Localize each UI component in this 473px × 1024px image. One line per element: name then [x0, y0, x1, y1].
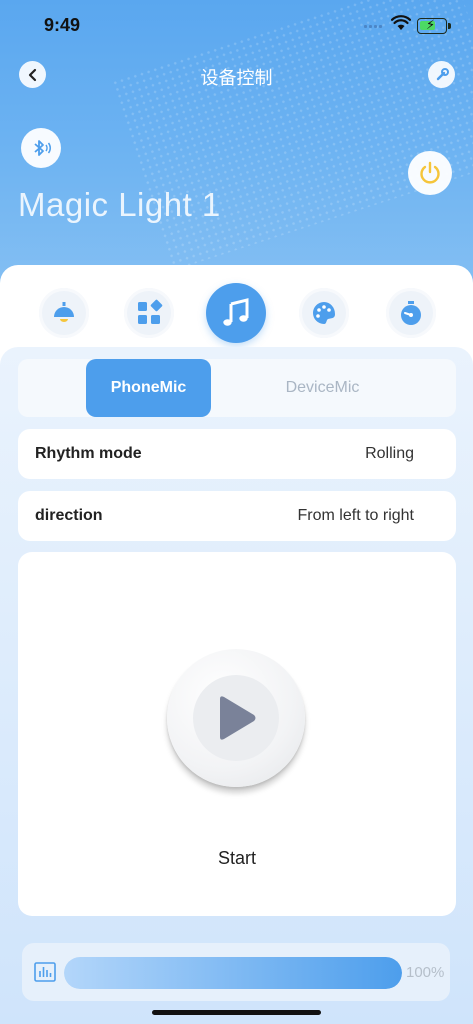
- start-label: Start: [217, 848, 256, 868]
- status-bar: 9:49 ⚡: [0, 0, 473, 50]
- bluetooth-icon: [34, 140, 51, 156]
- bluetooth-button[interactable]: [21, 128, 61, 168]
- status-time: 9:49: [44, 15, 81, 35]
- device-name: Magic Light 1: [18, 186, 221, 223]
- play-icon: [220, 696, 256, 740]
- home-indicator: [152, 1010, 321, 1015]
- mic-source-toggle: PhoneMic DeviceMic: [18, 359, 456, 417]
- palette-icon: [313, 302, 335, 324]
- equalizer-icon: [34, 962, 56, 982]
- tab-lamp[interactable]: [39, 288, 89, 338]
- rhythm-mode-row[interactable]: Rhythm mode Rolling: [18, 429, 456, 479]
- brightness-slider[interactable]: [64, 957, 402, 989]
- direction-value: From left to right: [297, 507, 414, 524]
- tab-scenes[interactable]: [124, 288, 174, 338]
- direction-label: direction: [35, 507, 103, 524]
- cellular-signal-icon: [364, 25, 382, 28]
- wifi-icon: [391, 15, 411, 30]
- mode-tabs: [0, 283, 473, 343]
- brightness-slider-fill: [64, 957, 402, 989]
- direction-row[interactable]: direction From left to right: [18, 491, 456, 541]
- device-mic-button[interactable]: DeviceMic: [250, 359, 395, 417]
- tab-timer[interactable]: [386, 288, 436, 338]
- timer-icon: [401, 301, 421, 325]
- scene-grid-icon: [138, 299, 163, 324]
- play-button[interactable]: [167, 649, 305, 787]
- music-note-icon: [223, 298, 249, 326]
- power-button[interactable]: [408, 151, 452, 195]
- tab-palette[interactable]: [299, 288, 349, 338]
- phone-mic-button[interactable]: PhoneMic: [86, 359, 211, 417]
- rhythm-mode-label: Rhythm mode: [35, 445, 142, 462]
- page-title: 设备控制: [200, 68, 273, 88]
- player-card: Start: [18, 552, 456, 916]
- lamp-icon: [54, 302, 74, 322]
- brightness-control: 100%: [22, 943, 450, 1001]
- wrench-icon: [436, 67, 449, 80]
- brightness-value: 100%: [406, 964, 445, 981]
- battery-icon: ⚡: [417, 17, 451, 34]
- power-icon: [420, 161, 440, 184]
- tab-music[interactable]: [206, 283, 266, 343]
- rhythm-mode-value: Rolling: [365, 445, 414, 462]
- settings-button[interactable]: [428, 61, 455, 88]
